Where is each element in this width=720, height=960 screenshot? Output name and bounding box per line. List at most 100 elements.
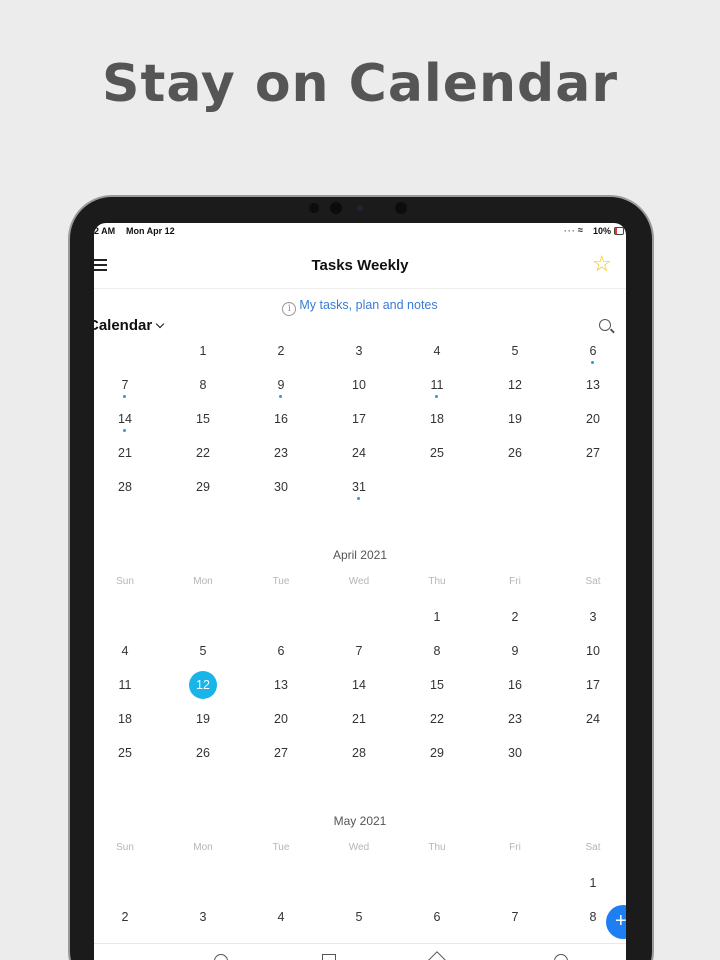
day-number: 12 <box>196 678 210 692</box>
day-cell[interactable]: 17 <box>579 671 607 699</box>
day-cell[interactable]: 11 <box>423 371 451 399</box>
day-cell[interactable]: 17 <box>345 405 373 433</box>
tab-icon[interactable] <box>322 954 336 960</box>
day-cell[interactable]: 20 <box>267 705 295 733</box>
day-cell[interactable]: 24 <box>579 705 607 733</box>
day-cell[interactable]: 8 <box>189 371 217 399</box>
day-cell[interactable]: 4 <box>111 637 139 665</box>
day-number: 23 <box>274 446 288 460</box>
add-button[interactable]: + <box>606 905 626 939</box>
weekday-label: Sat <box>585 576 601 587</box>
day-number: 2 <box>277 344 285 358</box>
day-cell[interactable]: 31 <box>345 473 373 501</box>
day-number: 24 <box>352 446 366 460</box>
day-cell[interactable]: 21 <box>345 705 373 733</box>
day-cell[interactable]: 6 <box>267 637 295 665</box>
day-number: 15 <box>196 412 210 426</box>
day-cell[interactable]: 4 <box>267 903 295 931</box>
day-number: 28 <box>118 480 132 494</box>
day-cell[interactable]: 7 <box>501 903 529 931</box>
day-cell[interactable]: 22 <box>189 439 217 467</box>
day-cell[interactable]: 19 <box>501 405 529 433</box>
day-cell[interactable]: 23 <box>267 439 295 467</box>
day-cell[interactable]: 30 <box>501 739 529 767</box>
day-cell[interactable]: 1 <box>579 869 607 897</box>
day-cell[interactable]: 16 <box>267 405 295 433</box>
day-cell[interactable]: 26 <box>501 439 529 467</box>
day-number: 30 <box>508 746 522 760</box>
day-cell[interactable]: 5 <box>501 337 529 365</box>
day-number: 7 <box>355 644 363 658</box>
day-cell[interactable]: 12 <box>501 371 529 399</box>
day-cell[interactable]: 6 <box>423 903 451 931</box>
day-number: 10 <box>586 644 600 658</box>
day-cell[interactable]: 5 <box>345 903 373 931</box>
day-cell[interactable]: 4 <box>423 337 451 365</box>
day-cell[interactable]: 1 <box>189 337 217 365</box>
calendar-selector[interactable]: Calendar <box>94 317 165 334</box>
day-number: 4 <box>121 644 129 658</box>
day-cell[interactable]: 8 <box>423 637 451 665</box>
day-cell[interactable]: 10 <box>579 637 607 665</box>
day-cell[interactable]: 30 <box>267 473 295 501</box>
task-indicator-dot <box>435 395 438 398</box>
day-cell[interactable]: 19 <box>189 705 217 733</box>
day-cell[interactable]: 27 <box>267 739 295 767</box>
day-cell[interactable]: 18 <box>423 405 451 433</box>
day-cell[interactable]: 14 <box>111 405 139 433</box>
day-cell[interactable]: 18 <box>111 705 139 733</box>
day-cell[interactable]: 3 <box>579 603 607 631</box>
day-cell[interactable]: 26 <box>189 739 217 767</box>
day-cell[interactable]: 25 <box>423 439 451 467</box>
day-cell[interactable]: 11 <box>111 671 139 699</box>
day-cell[interactable]: 15 <box>423 671 451 699</box>
day-cell[interactable]: 2 <box>267 337 295 365</box>
tab-icon[interactable] <box>214 954 228 960</box>
day-number: 3 <box>199 910 207 924</box>
day-cell[interactable]: 6 <box>579 337 607 365</box>
day-cell[interactable]: 2 <box>111 903 139 931</box>
day-cell[interactable]: 16 <box>501 671 529 699</box>
day-number: 19 <box>508 412 522 426</box>
day-number: 3 <box>589 610 597 624</box>
weekday-label: Sun <box>116 576 134 587</box>
day-cell[interactable]: 7 <box>111 371 139 399</box>
day-cell[interactable]: 3 <box>345 337 373 365</box>
day-cell[interactable]: 2 <box>501 603 529 631</box>
day-cell[interactable]: 23 <box>501 705 529 733</box>
search-icon[interactable] <box>599 319 611 331</box>
day-cell[interactable]: 13 <box>579 371 607 399</box>
day-number: 30 <box>274 480 288 494</box>
tab-icon[interactable] <box>554 954 568 960</box>
day-cell[interactable]: 24 <box>345 439 373 467</box>
day-cell[interactable]: 7 <box>345 637 373 665</box>
tab-icon[interactable] <box>427 951 447 960</box>
day-cell[interactable]: 28 <box>111 473 139 501</box>
day-cell[interactable]: 5 <box>189 637 217 665</box>
day-cell[interactable]: 25 <box>111 739 139 767</box>
day-cell[interactable]: 28 <box>345 739 373 767</box>
day-number: 18 <box>430 412 444 426</box>
day-cell[interactable]: 29 <box>189 473 217 501</box>
star-icon[interactable]: ☆ <box>592 251 612 277</box>
weekday-label: Wed <box>348 842 370 853</box>
day-cell[interactable]: 3 <box>189 903 217 931</box>
day-number: 8 <box>433 644 441 658</box>
day-cell[interactable]: 21 <box>111 439 139 467</box>
day-cell[interactable]: 20 <box>579 405 607 433</box>
day-cell[interactable]: 1 <box>423 603 451 631</box>
day-cell[interactable]: 9 <box>267 371 295 399</box>
day-cell[interactable]: 15 <box>189 405 217 433</box>
day-cell[interactable]: 27 <box>579 439 607 467</box>
day-cell[interactable]: 10 <box>345 371 373 399</box>
day-cell[interactable]: 8 <box>579 903 607 931</box>
info-link[interactable]: i My tasks, plan and notes <box>94 298 626 316</box>
day-cell-today[interactable]: 12 <box>189 671 217 699</box>
day-cell[interactable]: 14 <box>345 671 373 699</box>
day-number: 4 <box>277 910 285 924</box>
day-cell[interactable]: 22 <box>423 705 451 733</box>
day-cell[interactable]: 13 <box>267 671 295 699</box>
status-bar: 2 AM Mon Apr 12 ··· ≈ 10% <box>94 223 626 241</box>
day-cell[interactable]: 9 <box>501 637 529 665</box>
day-cell[interactable]: 29 <box>423 739 451 767</box>
